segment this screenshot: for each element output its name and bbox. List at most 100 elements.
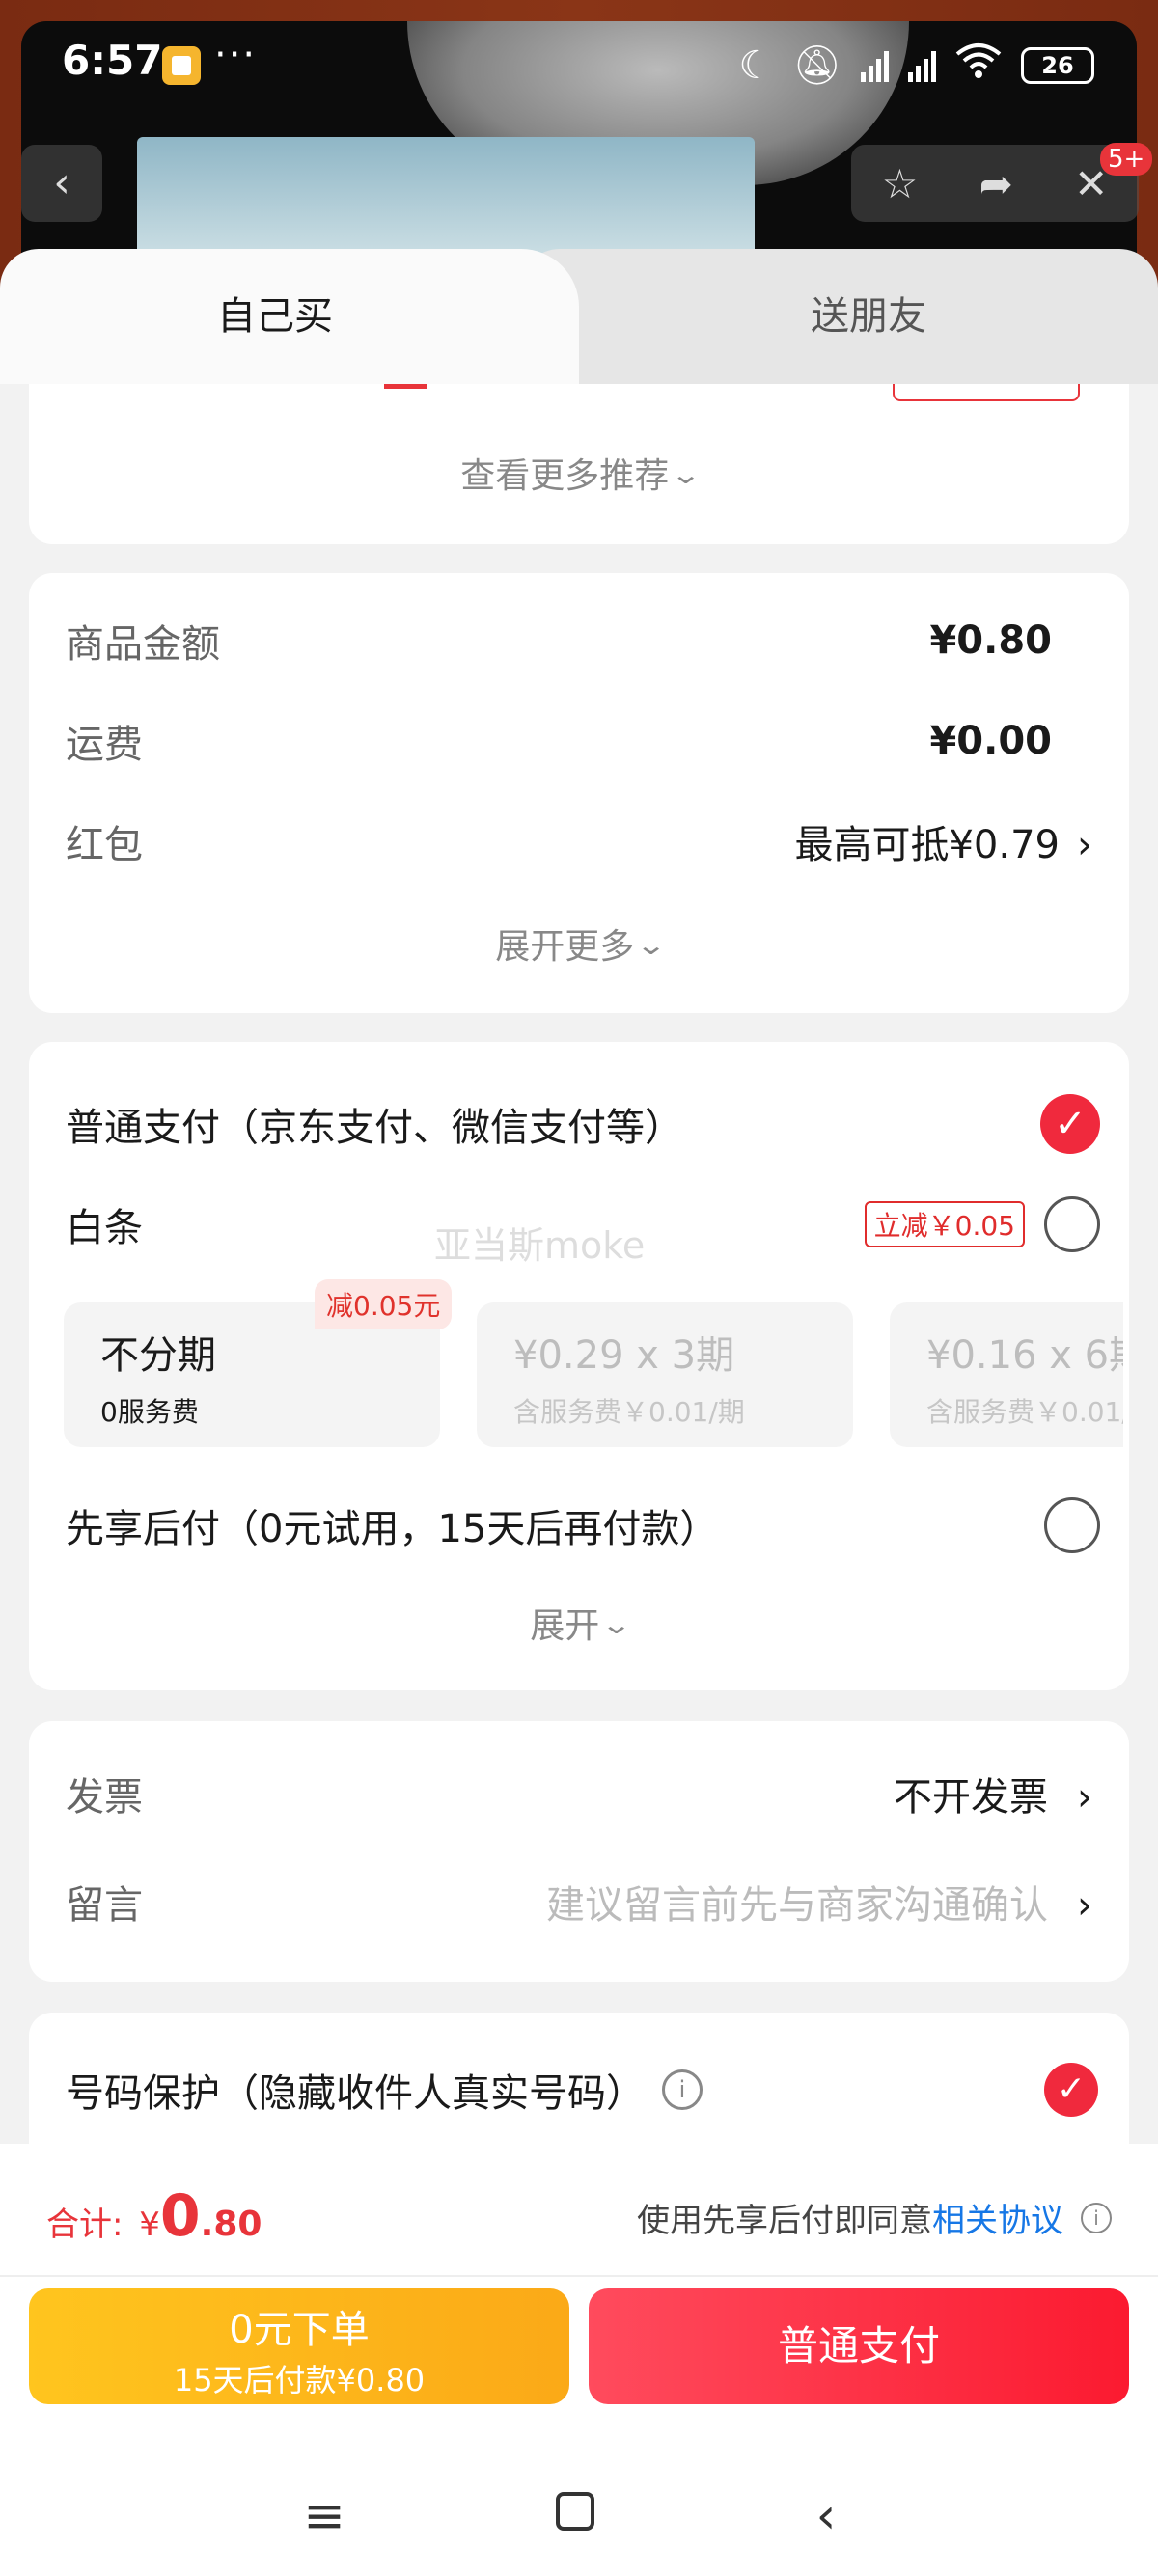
status-more-dots: ··· [214, 33, 258, 77]
total-dec: .80 [200, 2205, 262, 2244]
shipping-label: 运费 [66, 723, 143, 767]
expand-more-button[interactable]: 展开更多⌄ [29, 918, 1129, 969]
chevron-down-icon: ⌄ [635, 929, 668, 961]
divider [0, 2275, 1158, 2277]
later-pay-label: 先享后付（0元试用，15天后再付款） [66, 1507, 719, 1551]
plan-6-title: ¥0.16 x 6期 [926, 1333, 1123, 1378]
recommend-button-fragment [893, 384, 1080, 401]
mute-icon: 🔕︎ [792, 42, 841, 88]
notification-badge: 5+ [1100, 143, 1153, 176]
plan-6-periods: ¥0.16 x 6期 含服务费￥0.01/期 [890, 1302, 1123, 1447]
zero-order-line1: 0元下单 [229, 2308, 370, 2352]
chevron-down-icon: ⌄ [670, 458, 703, 490]
installment-plans: 不分期 0服务费 ¥0.29 x 3期 含服务费￥0.01/期 ¥0.16 x … [64, 1302, 1123, 1447]
plan-none-sub: 0服务费 [100, 1396, 199, 1428]
invoice-card: 发票 不开发票 › 留言 建议留言前先与商家沟通确认 › [29, 1721, 1129, 1982]
total-amount: 合计: ¥0.80 [46, 2182, 262, 2250]
privacy-option[interactable]: 号码保护（隐藏收件人真实号码） i ✓ [66, 2053, 1098, 2126]
chevron-right-icon: › [1077, 1883, 1092, 1928]
agree-text: 使用先享后付即同意 [637, 2202, 932, 2240]
agreement-note: 使用先享后付即同意 相关协议 i [637, 2194, 1112, 2241]
total-label: 合计: [46, 2206, 124, 2244]
invoice-value-wrap: 不开发票 › [894, 1766, 1092, 1822]
check-icon[interactable]: ✓ [1044, 2063, 1098, 2117]
chevron-left-icon: ‹ [53, 158, 70, 207]
purchase-mode-tabs: 自己买 送朋友 [0, 249, 1158, 384]
status-time: 6:57 [62, 37, 163, 84]
chevron-right-icon: › [1077, 1775, 1092, 1820]
header-actions: ☆ ➦ ✕ [851, 145, 1139, 222]
check-icon[interactable]: ✓ [1040, 1094, 1100, 1154]
expand-more-label: 展开更多 [495, 927, 635, 967]
redpacket-value-wrap: 最高可抵¥0.79 › [794, 813, 1092, 869]
bottom-bar: 合计: ¥0.80 使用先享后付即同意 相关协议 i 0元下单 15天后付款¥0… [0, 2144, 1158, 2576]
message-placeholder: 建议留言前先与商家沟通确认 [546, 1883, 1048, 1928]
share-icon[interactable]: ➦ [979, 160, 1013, 207]
shipping-value: ¥0.00 [929, 719, 1052, 763]
agreement-link[interactable]: 相关协议 [932, 2194, 1063, 2241]
goods-amount-value: ¥0.80 [929, 618, 1052, 663]
watermark: 亚当斯moke [434, 1224, 646, 1267]
battery-icon: 26 [1021, 46, 1094, 84]
goods-amount-row: 商品金额 ¥0.80 [66, 612, 1092, 670]
goods-amount-label: 商品金额 [66, 622, 220, 667]
message-value-wrap: 建议留言前先与商家沟通确认 › [546, 1874, 1092, 1930]
plan-3-sub: 含服务费￥0.01/期 [513, 1396, 745, 1428]
tab-gift-label: 送朋友 [811, 294, 926, 339]
normal-pay-label: 普通支付（京东支付、微信支付等） [66, 1106, 683, 1150]
zero-order-button[interactable]: 0元下单 15天后付款¥0.80 [29, 2288, 569, 2404]
later-pay-option[interactable]: 先享后付（0元试用，15天后再付款） [66, 1492, 1100, 1559]
total-currency: ¥ [139, 2206, 160, 2244]
baitiao-label: 白条 [66, 1206, 143, 1250]
privacy-label-wrap: 号码保护（隐藏收件人真实号码） i [66, 2062, 703, 2118]
plan-none-title: 不分期 [100, 1333, 216, 1378]
menu-icon[interactable]: ≡ [295, 2487, 353, 2545]
recommend-price-fragment [384, 384, 427, 389]
tab-self-label: 自己买 [217, 294, 333, 339]
privacy-label: 号码保护（隐藏收件人真实号码） [66, 2071, 645, 2116]
wifi-icon [955, 42, 1002, 88]
radio-icon[interactable] [1044, 1497, 1100, 1553]
chevron-down-icon: ⌄ [600, 1608, 633, 1640]
star-icon[interactable]: ☆ [882, 160, 919, 207]
invoice-row[interactable]: 发票 不开发票 › [66, 1760, 1092, 1827]
signal-hd-icon [908, 49, 936, 82]
plan-discount-badge: 减0.05元 [315, 1279, 453, 1329]
invoice-label: 发票 [66, 1775, 143, 1820]
price-card: 商品金额 ¥0.80 运费 ¥0.00 红包 最高可抵¥0.79 › 展开更多⌄ [29, 573, 1129, 1013]
back-button[interactable]: ‹ [21, 145, 102, 222]
plan-6-sub: 含服务费￥0.01/期 [926, 1396, 1123, 1428]
signal-hd-icon [861, 49, 889, 82]
moon-icon: ☾ [738, 42, 774, 88]
zero-order-line2: 15天后付款¥0.80 [173, 2362, 426, 2398]
chevron-right-icon: › [1077, 823, 1092, 867]
info-icon[interactable]: i [1081, 2202, 1112, 2233]
home-icon[interactable] [546, 2487, 604, 2545]
back-nav-icon[interactable]: ‹ [797, 2487, 855, 2545]
payment-card: 普通支付（京东支付、微信支付等） ✓ 白条 立减￥0.05 不分期 0服务费 ¥… [29, 1042, 1129, 1690]
status-icons: ☾ 🔕︎ 26 [738, 42, 1094, 88]
plan-3-periods: ¥0.29 x 3期 含服务费￥0.01/期 [477, 1302, 853, 1447]
baitiao-right: 立减￥0.05 [864, 1196, 1100, 1252]
recommend-card: 查看更多推荐⌄ [29, 384, 1129, 544]
radio-icon[interactable] [1044, 1196, 1100, 1252]
redpacket-label: 红包 [66, 823, 143, 867]
payment-expand-label: 展开 [530, 1606, 600, 1646]
info-icon[interactable]: i [662, 2069, 703, 2110]
message-label: 留言 [66, 1883, 143, 1928]
invoice-value: 不开发票 [894, 1775, 1048, 1820]
baitiao-promo-tag: 立减￥0.05 [864, 1201, 1025, 1247]
see-more-recommend[interactable]: 查看更多推荐⌄ [29, 448, 1129, 498]
shipping-row: 运费 ¥0.00 [66, 712, 1092, 770]
privacy-card: 号码保护（隐藏收件人真实号码） i ✓ [29, 2013, 1129, 2148]
normal-pay-button[interactable]: 普通支付 [589, 2288, 1129, 2404]
plan-3-title: ¥0.29 x 3期 [513, 1333, 735, 1378]
total-int: 0 [159, 2182, 201, 2250]
message-row[interactable]: 留言 建议留言前先与商家沟通确认 › [66, 1868, 1092, 1935]
see-more-label: 查看更多推荐 [460, 456, 670, 496]
payment-expand-button[interactable]: 展开⌄ [29, 1598, 1129, 1648]
notification-app-icon [162, 46, 201, 85]
normal-pay-option[interactable]: 普通支付（京东支付、微信支付等） ✓ [66, 1090, 1100, 1158]
redpacket-value: 最高可抵¥0.79 [794, 823, 1060, 867]
redpacket-row[interactable]: 红包 最高可抵¥0.79 › [66, 812, 1092, 870]
